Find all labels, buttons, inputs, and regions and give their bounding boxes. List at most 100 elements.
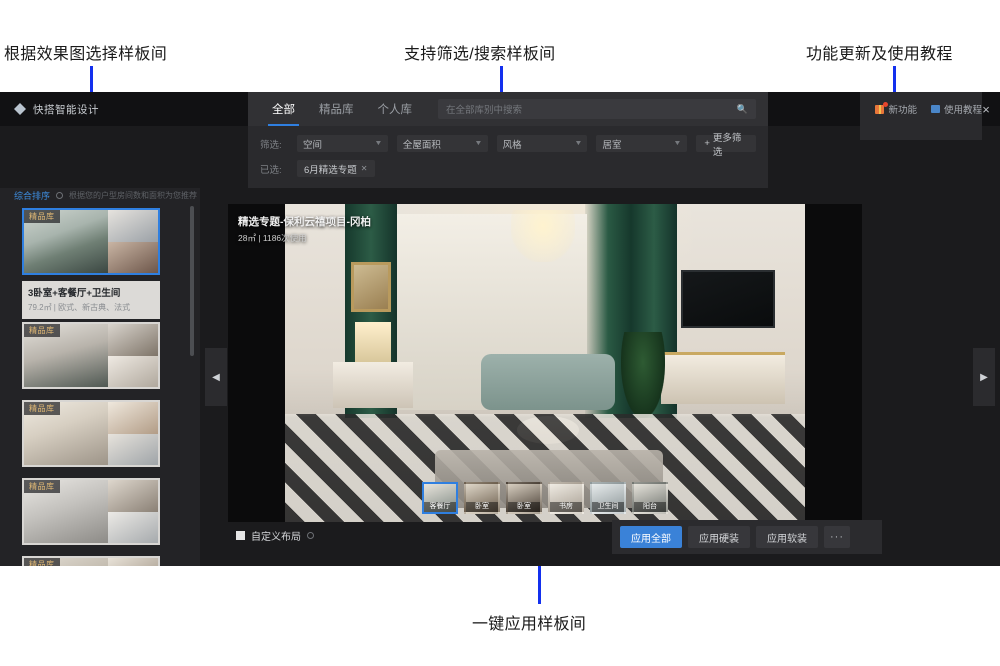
lamp-decor <box>355 322 391 362</box>
rail-scrollbar[interactable] <box>190 206 194 356</box>
diamond-logo-icon <box>14 103 26 115</box>
search-icon[interactable]: 🔍 <box>737 104 748 115</box>
tab-personal[interactable]: 个人库 <box>366 92 425 126</box>
tab-premium-label: 精品库 <box>319 104 354 116</box>
tab-premium[interactable]: 精品库 <box>307 92 366 126</box>
template-card[interactable]: 精品库 <box>22 400 160 467</box>
tab-personal-label: 个人库 <box>377 104 413 116</box>
apply-all-button[interactable]: 应用全部 <box>620 526 682 548</box>
checkbox-icon[interactable] <box>236 531 245 540</box>
room-thumb-label: 客餐厅 <box>424 502 456 512</box>
tab-all-label: 全部 <box>272 104 295 116</box>
template-thumb-main: 精品库 <box>24 558 109 566</box>
room-thumb-bedroom-1[interactable]: 卧室 <box>464 482 500 514</box>
template-card[interactable]: 精品库 <box>22 322 160 389</box>
plus-icon: + <box>704 138 710 149</box>
room-thumb-label: 阳台 <box>634 502 666 512</box>
template-card-title: 3卧室+客餐厅+卫生间 <box>28 288 121 299</box>
rail-header: 综合排序 根据您的户型房间数和面积为您推荐 <box>0 188 200 202</box>
tab-all[interactable]: 全部 <box>260 92 307 126</box>
template-library-rail: 综合排序 根据您的户型房间数和面积为您推荐 精品库 3卧室+客餐厅+卫生间 79… <box>0 188 200 566</box>
template-thumb-a <box>108 402 158 434</box>
premium-badge: 精品库 <box>24 480 60 493</box>
filter-space-select[interactable]: 空间 ▼ <box>297 135 388 152</box>
premium-badge: 精品库 <box>24 324 60 337</box>
template-thumb-col <box>108 210 158 273</box>
room-thumb-bathroom[interactable]: 卫生间 <box>590 482 626 514</box>
callout-right: 功能更新及使用教程 <box>806 46 953 63</box>
apply-hard-decoration-button[interactable]: 应用硬装 <box>688 526 750 548</box>
close-icon[interactable]: × <box>975 92 997 126</box>
room-thumb-study[interactable]: 书房 <box>548 482 584 514</box>
filter-style-label: 风格 <box>502 139 522 151</box>
custom-layout-checkbox[interactable]: 自定义布局 <box>236 528 314 543</box>
filter-space-label: 空间 <box>303 139 323 151</box>
room-thumb-balcony[interactable]: 阳台 <box>632 482 668 514</box>
premium-badge: 精品库 <box>24 210 60 223</box>
leader-line-bottom <box>538 566 541 604</box>
plant-decor <box>621 332 665 418</box>
template-card[interactable]: 精品库 <box>22 478 160 545</box>
search-placeholder: 在全部库别中搜索 <box>446 105 523 116</box>
room-thumbnail-strip: 客餐厅 卧室 卧室 书房 卫生间 阳台 <box>228 482 862 514</box>
template-thumb-b <box>108 355 158 387</box>
apply-button-group: 应用全部 应用硬装 应用软装 ··· <box>612 520 882 554</box>
template-thumb-col <box>108 324 158 387</box>
template-card-subtitle: 79.2㎡ | 欧式、新古典、法式 <box>28 303 131 312</box>
premium-badge: 精品库 <box>24 558 60 566</box>
filter-area-label: 全屋面积 <box>402 139 441 151</box>
template-thumb-a <box>108 324 158 356</box>
room-thumb-bedroom-2[interactable]: 卧室 <box>506 482 542 514</box>
premium-badge: 精品库 <box>24 402 60 415</box>
template-thumb-b <box>108 241 158 273</box>
apply-soft-decoration-button[interactable]: 应用软装 <box>756 526 818 548</box>
template-thumb-main: 精品库 <box>24 402 109 465</box>
template-card-meta: 3卧室+客餐厅+卫生间 79.2㎡ | 欧式、新古典、法式 <box>22 281 160 319</box>
chevron-down-icon: ▼ <box>474 140 483 147</box>
info-icon[interactable] <box>56 191 64 199</box>
selected-filters-row: 已选: 6月精选专题 ✕ <box>260 160 756 177</box>
callout-left: 根据效果图选择样板间 <box>4 46 168 63</box>
sort-button[interactable]: 综合排序 <box>14 189 50 202</box>
filter-style-select[interactable]: 风格 ▼ <box>496 135 588 152</box>
selected-filter-tag[interactable]: 6月精选专题 ✕ <box>297 160 375 177</box>
prev-template-button[interactable]: ◀ <box>205 348 227 406</box>
library-tabs: 全部 精品库 个人库 在全部库别中搜索 🔍 <box>248 92 768 126</box>
template-card[interactable]: 精品库 <box>22 556 160 566</box>
room-thumb-living[interactable]: 客餐厅 <box>422 482 458 514</box>
rail-scroll-area[interactable]: 精品库 3卧室+客餐厅+卫生间 79.2㎡ | 欧式、新古典、法式 精品库 精品… <box>0 202 200 566</box>
new-feature-button[interactable]: 新功能 <box>875 101 917 116</box>
top-right-actions: 新功能 使用教程 <box>875 92 982 126</box>
filter-area-select[interactable]: 全屋面积 ▼ <box>396 135 488 152</box>
callout-center: 支持筛选/搜索样板间 <box>404 46 556 63</box>
template-thumb-col <box>108 558 158 566</box>
tv-decor <box>681 270 775 328</box>
app-logo[interactable]: 快搭智能设计 <box>0 102 99 117</box>
render-image <box>285 204 805 522</box>
help-icon[interactable] <box>307 532 314 539</box>
template-card[interactable]: 精品库 <box>22 208 160 275</box>
room-thumb-label: 书房 <box>550 502 582 512</box>
custom-layout-label: 自定义布局 <box>251 532 301 543</box>
next-template-button[interactable]: ▶ <box>973 348 995 406</box>
book-icon <box>930 105 940 113</box>
filter-rooms-select[interactable]: 居室 ▼ <box>596 135 688 152</box>
artwork-decor <box>351 262 391 312</box>
chevron-down-icon: ▼ <box>573 140 583 147</box>
more-filters-button[interactable]: + 更多筛选 <box>696 133 757 158</box>
remove-tag-icon[interactable]: ✕ <box>361 164 368 173</box>
filter-rooms-label: 居室 <box>602 139 622 151</box>
filter-row: 筛选: 空间 ▼ 全屋面积 ▼ 风格 ▼ 居室 ▼ + 更多筛选 <box>260 133 757 158</box>
rail-hint-text: 根据您的户型房间数和面积为您推荐 <box>69 190 198 200</box>
room-thumb-label: 卫生间 <box>592 502 624 512</box>
callout-bottom: 一键应用样板间 <box>472 616 587 633</box>
filter-row-label: 筛选: <box>260 139 282 151</box>
more-actions-button[interactable]: ··· <box>824 526 850 548</box>
search-input[interactable]: 在全部库别中搜索 🔍 <box>438 99 756 119</box>
template-thumb-main: 精品库 <box>24 480 109 543</box>
template-thumb-col <box>108 480 158 543</box>
room-thumb-label: 卧室 <box>466 502 498 512</box>
template-thumb-main: 精品库 <box>24 210 109 273</box>
more-filters-label: 更多筛选 <box>712 132 742 158</box>
chevron-down-icon: ▼ <box>374 140 383 147</box>
